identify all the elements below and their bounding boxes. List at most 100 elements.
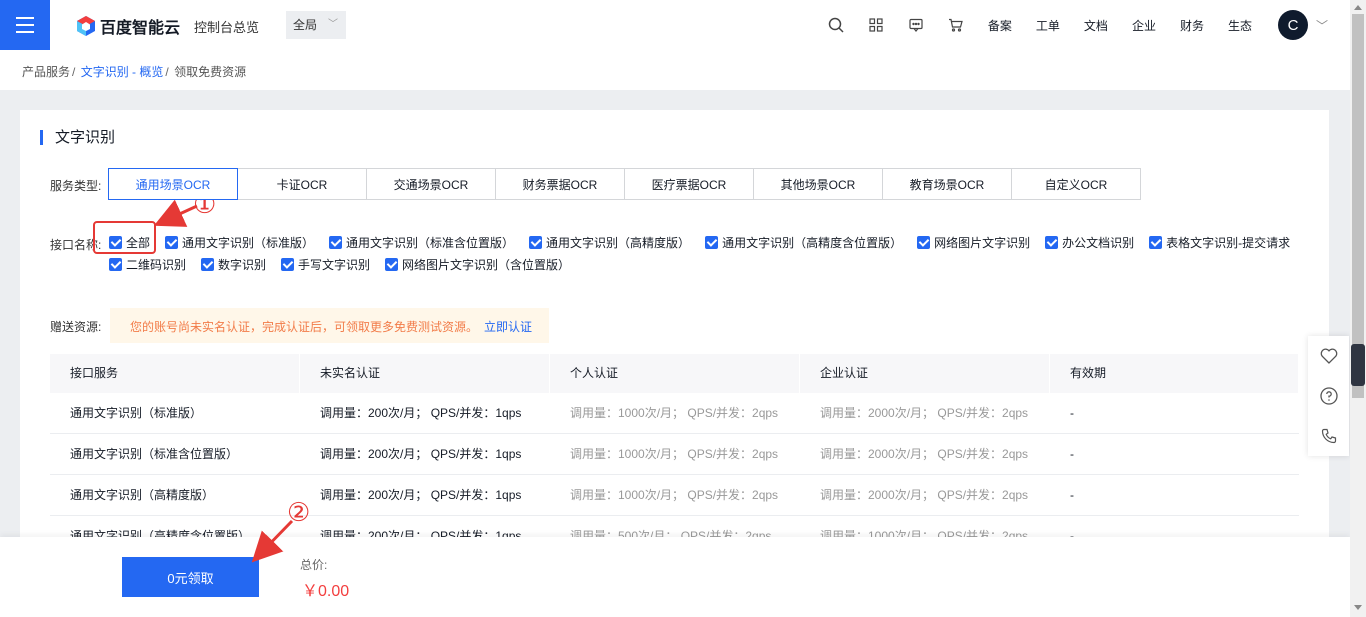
tab-traffic-ocr[interactable]: 交通场景OCR xyxy=(366,168,496,200)
table-row: 通用文字识别（标准版） 调用量：200次/月； QPS/并发：1qps 调用量：… xyxy=(50,393,1299,434)
interface-checkbox-group: 全部 通用文字识别（标准版） 通用文字识别（标准含位置版） 通用文字识别（高精度… xyxy=(109,231,1309,275)
tab-finance-ocr[interactable]: 财务票据OCR xyxy=(495,168,625,200)
chevron-down-icon[interactable]: ﹀ xyxy=(1316,17,1328,34)
column-header: 接口服务 xyxy=(50,354,300,393)
floating-help-bar xyxy=(1308,336,1349,456)
checkbox-table-submit[interactable]: 表格文字识别-提交请求 xyxy=(1149,234,1290,251)
table-row: 通用文字识别（标准含位置版） 调用量：200次/月； QPS/并发：1qps 调… xyxy=(50,434,1299,475)
phone-icon[interactable] xyxy=(1321,428,1337,444)
nav-link-ecosystem[interactable]: 生态 xyxy=(1228,17,1252,34)
region-value: 全局 xyxy=(293,18,318,32)
checkbox-general-standard-location[interactable]: 通用文字识别（标准含位置版） xyxy=(329,234,514,251)
checkbox-handwriting[interactable]: 手写文字识别 xyxy=(281,256,370,273)
console-overview-link[interactable]: 控制台总览 xyxy=(194,17,259,36)
checkbox-checked-icon[interactable] xyxy=(281,257,295,271)
logo-text: 百度智能云 xyxy=(100,20,181,37)
checkbox-checked-icon[interactable] xyxy=(917,235,931,249)
total-price-label: 总价: xyxy=(300,558,328,572)
checkbox-general-accurate-location[interactable]: 通用文字识别（高精度含位置版） xyxy=(705,234,902,251)
checkbox-web-image-location[interactable]: 网络图片文字识别（含位置版） xyxy=(385,256,570,273)
cart-icon[interactable] xyxy=(936,0,976,50)
gift-resource-label: 赠送资源: xyxy=(50,320,102,334)
tab-education-ocr[interactable]: 教育场景OCR xyxy=(882,168,1012,200)
column-header: 个人认证 xyxy=(550,354,800,393)
checkbox-checked-icon[interactable] xyxy=(109,257,122,271)
logo[interactable]: 百度智能云 xyxy=(76,14,180,38)
table-cell: - xyxy=(1070,447,1074,461)
checkbox-office-doc[interactable]: 办公文档识别 xyxy=(1045,234,1134,251)
tab-card-ocr[interactable]: 卡证OCR xyxy=(237,168,367,200)
page-title: 文字识别 xyxy=(40,130,115,145)
tab-custom-ocr[interactable]: 自定义OCR xyxy=(1011,168,1141,200)
checkbox-checked-icon[interactable] xyxy=(705,235,719,249)
nav-link-ticket[interactable]: 工单 xyxy=(1036,17,1060,34)
table-header: 接口服务 未实名认证 个人认证 企业认证 有效期 xyxy=(50,354,1299,393)
table-cell: 通用文字识别（标准含位置版） xyxy=(70,447,239,461)
scroll-down-arrow-icon[interactable] xyxy=(1354,605,1362,610)
main-card: 文字识别 服务类型: 通用场景OCR 卡证OCR 交通场景OCR 财务票据OCR… xyxy=(20,110,1329,540)
tab-medical-ocr[interactable]: 医疗票据OCR xyxy=(624,168,754,200)
quota-table: 接口服务 未实名认证 个人认证 企业认证 有效期 通用文字识别（标准版） 调用量… xyxy=(50,354,1299,540)
side-grip-handle[interactable] xyxy=(1351,344,1365,386)
table-cell: 调用量：1000次/月； QPS/并发：2qps xyxy=(570,447,779,461)
apps-grid-icon[interactable] xyxy=(856,0,896,50)
service-type-tabs: 通用场景OCR 卡证OCR 交通场景OCR 财务票据OCR 医疗票据OCR 其他… xyxy=(108,168,1141,200)
checkbox-checked-icon[interactable] xyxy=(329,235,343,249)
baidu-cloud-logo-icon xyxy=(77,16,95,36)
annotation-highlight-box xyxy=(93,221,156,254)
nav-link-enterprise[interactable]: 企业 xyxy=(1132,17,1156,34)
top-nav: 百度智能云 控制台总览 全局 ﹀ 备案 工单 文档 企业 财务 生态 C ﹀ xyxy=(0,0,1350,50)
checkbox-checked-icon[interactable] xyxy=(1045,235,1059,249)
verification-notice: 您的账号尚未实名认证，完成认证后，可领取更多免费测试资源。 立即认证 xyxy=(110,308,549,343)
table-cell: - xyxy=(1070,488,1074,502)
claim-free-button[interactable]: 0元领取 xyxy=(122,557,259,597)
checkbox-checked-icon[interactable] xyxy=(385,257,399,271)
scroll-up-arrow-icon[interactable] xyxy=(1354,5,1362,10)
scroll-thumb[interactable] xyxy=(1352,14,1364,398)
checkbox-general-accurate[interactable]: 通用文字识别（高精度版） xyxy=(529,234,690,251)
message-icon[interactable] xyxy=(896,0,936,50)
table-cell: 调用量：2000次/月； QPS/并发：2qps xyxy=(820,488,1029,502)
checkbox-checked-icon[interactable] xyxy=(1149,235,1163,249)
checkbox-web-image[interactable]: 网络图片文字识别 xyxy=(917,234,1030,251)
nav-link-docs[interactable]: 文档 xyxy=(1084,17,1108,34)
service-type-label: 服务类型: xyxy=(50,179,102,193)
checkbox-numbers[interactable]: 数字识别 xyxy=(201,256,266,273)
menu-icon[interactable] xyxy=(0,0,50,50)
table-cell: 调用量：1000次/月； QPS/并发：2qps xyxy=(570,488,779,502)
table-cell: 通用文字识别（标准版） xyxy=(70,406,203,420)
table-cell: 调用量：2000次/月； QPS/并发：2qps xyxy=(820,447,1029,461)
chevron-down-icon: ﹀ xyxy=(328,19,338,30)
breadcrumb-separator: / xyxy=(72,65,76,79)
column-header: 未实名认证 xyxy=(300,354,550,393)
region-select[interactable]: 全局 ﹀ xyxy=(286,11,346,39)
table-cell: 调用量：1000次/月； QPS/并发：2qps xyxy=(570,406,779,420)
tab-other-ocr[interactable]: 其他场景OCR xyxy=(753,168,883,200)
checkbox-qrcode[interactable]: 二维码识别 xyxy=(109,256,186,273)
help-icon[interactable] xyxy=(1319,387,1338,405)
search-icon[interactable] xyxy=(816,0,856,50)
checkbox-general-standard[interactable]: 通用文字识别（标准版） xyxy=(165,234,314,251)
tab-general-ocr[interactable]: 通用场景OCR xyxy=(108,168,238,200)
checkbox-checked-icon[interactable] xyxy=(165,235,179,249)
verify-now-link[interactable]: 立即认证 xyxy=(484,320,532,334)
column-header: 企业认证 xyxy=(800,354,1050,393)
nav-link-finance[interactable]: 财务 xyxy=(1180,17,1204,34)
table-cell: 调用量：200次/月； QPS/并发：1qps xyxy=(320,447,522,461)
avatar[interactable]: C xyxy=(1277,10,1308,40)
table-cell: 调用量：2000次/月； QPS/并发：2qps xyxy=(820,406,1029,420)
table-row: 通用文字识别（高精度版） 调用量：200次/月； QPS/并发：1qps 调用量… xyxy=(50,475,1299,516)
breadcrumb-separator: / xyxy=(165,65,169,79)
table-cell: - xyxy=(1070,406,1074,420)
checkbox-checked-icon[interactable] xyxy=(529,235,543,249)
checkbox-checked-icon[interactable] xyxy=(201,257,215,271)
annotation-step-2: ② xyxy=(287,497,311,527)
checkout-bar: 0元领取 总价: ￥0.00 xyxy=(0,537,1350,617)
table-cell: 通用文字识别（高精度版） xyxy=(70,488,215,502)
heart-icon[interactable] xyxy=(1320,348,1338,364)
breadcrumb: 产品服务 / 文字识别 - 概览 / 领取免费资源 xyxy=(0,50,1350,90)
page-scrollbar[interactable] xyxy=(1350,0,1366,617)
nav-link-beian[interactable]: 备案 xyxy=(988,17,1012,34)
breadcrumb-item-ocr-overview[interactable]: 文字识别 - 概览 xyxy=(81,65,164,79)
breadcrumb-item-products[interactable]: 产品服务 xyxy=(22,65,70,79)
